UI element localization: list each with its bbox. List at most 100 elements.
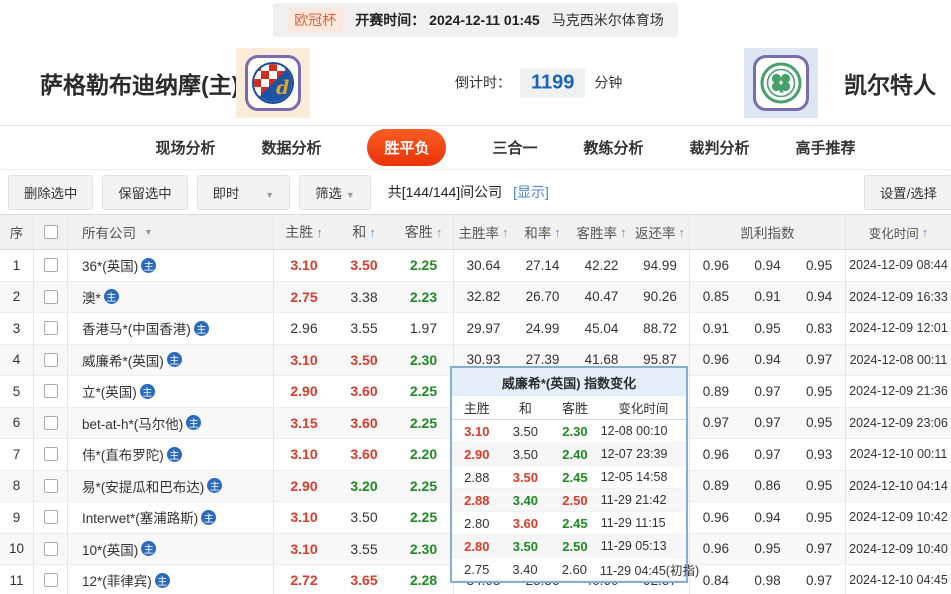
tab-three-in-one[interactable]: 三合一	[492, 137, 537, 158]
header-home-rate[interactable]: 主胜率↑	[454, 215, 513, 249]
kelly-home: 0.97	[690, 415, 742, 430]
chevron-down-icon: ▼	[265, 190, 274, 200]
odds-home: 2.72	[274, 565, 334, 594]
home-team-badge: d	[236, 48, 310, 118]
popup-draw-odds: 3.50	[502, 539, 550, 554]
popup-draw-odds: 3.40	[502, 493, 550, 508]
draw-rate: 27.14	[513, 250, 572, 281]
company-cell[interactable]: 香港马*(中国香港)主	[68, 313, 274, 344]
kelly-cell: 0.960.950.97	[690, 534, 846, 565]
filter-dropdown[interactable]: 筛选▼	[299, 175, 371, 210]
company-cell[interactable]: bet-at-h*(马尔他)主	[68, 408, 274, 439]
row-checkbox[interactable]	[44, 573, 58, 587]
odds-away: 2.25	[394, 502, 454, 533]
table-row[interactable]: 136*(英国)主3.103.502.2530.6427.1442.2294.9…	[0, 250, 951, 282]
away-rate: 42.22	[572, 250, 631, 281]
sort-asc-icon[interactable]: ↑	[502, 225, 509, 240]
header-draw-odds[interactable]: 和↑	[334, 215, 394, 249]
kelly-draw: 0.94	[742, 258, 794, 273]
kelly-away: 0.95	[793, 415, 845, 430]
away-team-badge-icon	[753, 55, 809, 111]
table-row[interactable]: 2澳*主2.753.382.2332.8226.7040.4790.260.85…	[0, 282, 951, 314]
odds-home: 3.15	[274, 408, 334, 439]
league-badge: 欧冠杯	[287, 8, 343, 32]
tab-win-draw-loss[interactable]: 胜平负	[367, 129, 446, 166]
odds-page: 欧冠杯 开赛时间： 2024-12-11 01:45 马克西米尔体育场 萨格勒布…	[0, 0, 951, 594]
header-away-rate[interactable]: 客胜率↑	[572, 215, 631, 249]
sort-asc-icon[interactable]: ↑	[436, 225, 443, 240]
nav-tabs: 现场分析 数据分析 胜平负 三合一 教练分析 裁判分析 高手推荐	[0, 126, 951, 170]
row-checkbox[interactable]	[44, 447, 58, 461]
company-cell[interactable]: 36*(英国)主	[68, 250, 274, 281]
sort-asc-icon[interactable]: ↑	[369, 225, 376, 240]
header-return-rate[interactable]: 返还率↑	[631, 215, 690, 249]
delete-selected-button[interactable]: 删除选中	[8, 175, 93, 210]
sort-asc-icon[interactable]: ↑	[316, 225, 323, 240]
company-cell[interactable]: 立*(英国)主	[68, 376, 274, 407]
header-home-odds[interactable]: 主胜↑	[274, 215, 334, 249]
odds-draw: 3.60	[334, 376, 394, 407]
odds-away: 2.30	[394, 534, 454, 565]
company-cell[interactable]: 伟*(直布罗陀)主	[68, 439, 274, 470]
time-filter-dropdown[interactable]: 即时▼	[197, 175, 291, 210]
tab-referee-analysis[interactable]: 裁判分析	[690, 137, 750, 158]
kelly-away: 0.95	[793, 478, 845, 493]
company-cell[interactable]: Interwet*(塞浦路斯)主	[68, 502, 274, 533]
kelly-home: 0.96	[690, 447, 742, 462]
return-rate: 88.72	[631, 313, 690, 344]
settings-select-button[interactable]: 设置/选择	[864, 175, 951, 210]
header-change-time[interactable]: 变化时间↑	[846, 215, 951, 249]
row-checkbox[interactable]	[44, 510, 58, 524]
tab-data-analysis[interactable]: 数据分析	[261, 137, 321, 158]
chevron-down-icon[interactable]: ▼	[144, 227, 153, 237]
odds-draw: 3.20	[334, 471, 394, 502]
popup-change-time: 11-29 05:13	[601, 539, 686, 553]
popup-away-odds: 2.50	[549, 539, 601, 554]
tab-coach-analysis[interactable]: 教练分析	[584, 137, 644, 158]
checkbox-cell	[34, 565, 68, 594]
kelly-draw: 0.97	[742, 384, 794, 399]
row-checkbox[interactable]	[44, 384, 58, 398]
company-cell[interactable]: 易*(安提瓜和巴布达)主	[68, 471, 274, 502]
row-checkbox[interactable]	[44, 290, 58, 304]
row-checkbox[interactable]	[44, 542, 58, 556]
table-row[interactable]: 3香港马*(中国香港)主2.963.551.9729.9724.9945.048…	[0, 313, 951, 345]
countdown-value: 1199	[520, 68, 585, 97]
popup-row: 2.883.502.4512-05 14:58	[452, 466, 686, 489]
row-checkbox[interactable]	[44, 321, 58, 335]
header-draw-rate[interactable]: 和率↑	[513, 215, 572, 249]
sort-asc-icon[interactable]: ↑	[679, 225, 686, 240]
popup-header-time: 变化时间	[601, 398, 686, 417]
row-index: 8	[0, 471, 34, 502]
row-index: 4	[0, 345, 34, 376]
tab-expert-picks[interactable]: 高手推荐	[796, 137, 856, 158]
keep-selected-button[interactable]: 保留选中	[102, 175, 187, 210]
tab-live-analysis[interactable]: 现场分析	[155, 137, 215, 158]
sort-asc-icon[interactable]: ↑	[620, 225, 627, 240]
row-checkbox[interactable]	[44, 353, 58, 367]
company-cell[interactable]: 澳*主	[68, 282, 274, 313]
popup-row: 3.103.502.3012-08 00:10	[452, 420, 686, 443]
kelly-cell: 0.890.860.95	[690, 471, 846, 502]
select-all-checkbox[interactable]	[44, 225, 58, 239]
popup-away-odds: 2.50	[549, 493, 601, 508]
row-checkbox[interactable]	[44, 416, 58, 430]
header-away-odds[interactable]: 客胜↑	[394, 215, 454, 249]
kelly-away: 0.95	[793, 258, 845, 273]
header-company[interactable]: 所有公司▼	[68, 215, 274, 249]
company-cell[interactable]: 10*(英国)主	[68, 534, 274, 565]
kelly-cell: 0.960.940.95	[690, 502, 846, 533]
company-cell[interactable]: 威廉希*(英国)主	[68, 345, 274, 376]
sort-asc-icon[interactable]: ↑	[922, 225, 929, 240]
kelly-draw: 0.97	[742, 415, 794, 430]
sort-asc-icon[interactable]: ↑	[554, 225, 561, 240]
countdown-unit: 分钟	[594, 73, 622, 93]
away-rate: 40.47	[572, 282, 631, 313]
kelly-draw: 0.91	[742, 289, 794, 304]
odds-draw: 3.60	[334, 439, 394, 470]
show-link[interactable]: [显示]	[513, 182, 549, 202]
row-checkbox[interactable]	[44, 258, 58, 272]
odds-draw: 3.50	[334, 345, 394, 376]
row-checkbox[interactable]	[44, 479, 58, 493]
company-cell[interactable]: 12*(菲律宾)主	[68, 565, 274, 594]
